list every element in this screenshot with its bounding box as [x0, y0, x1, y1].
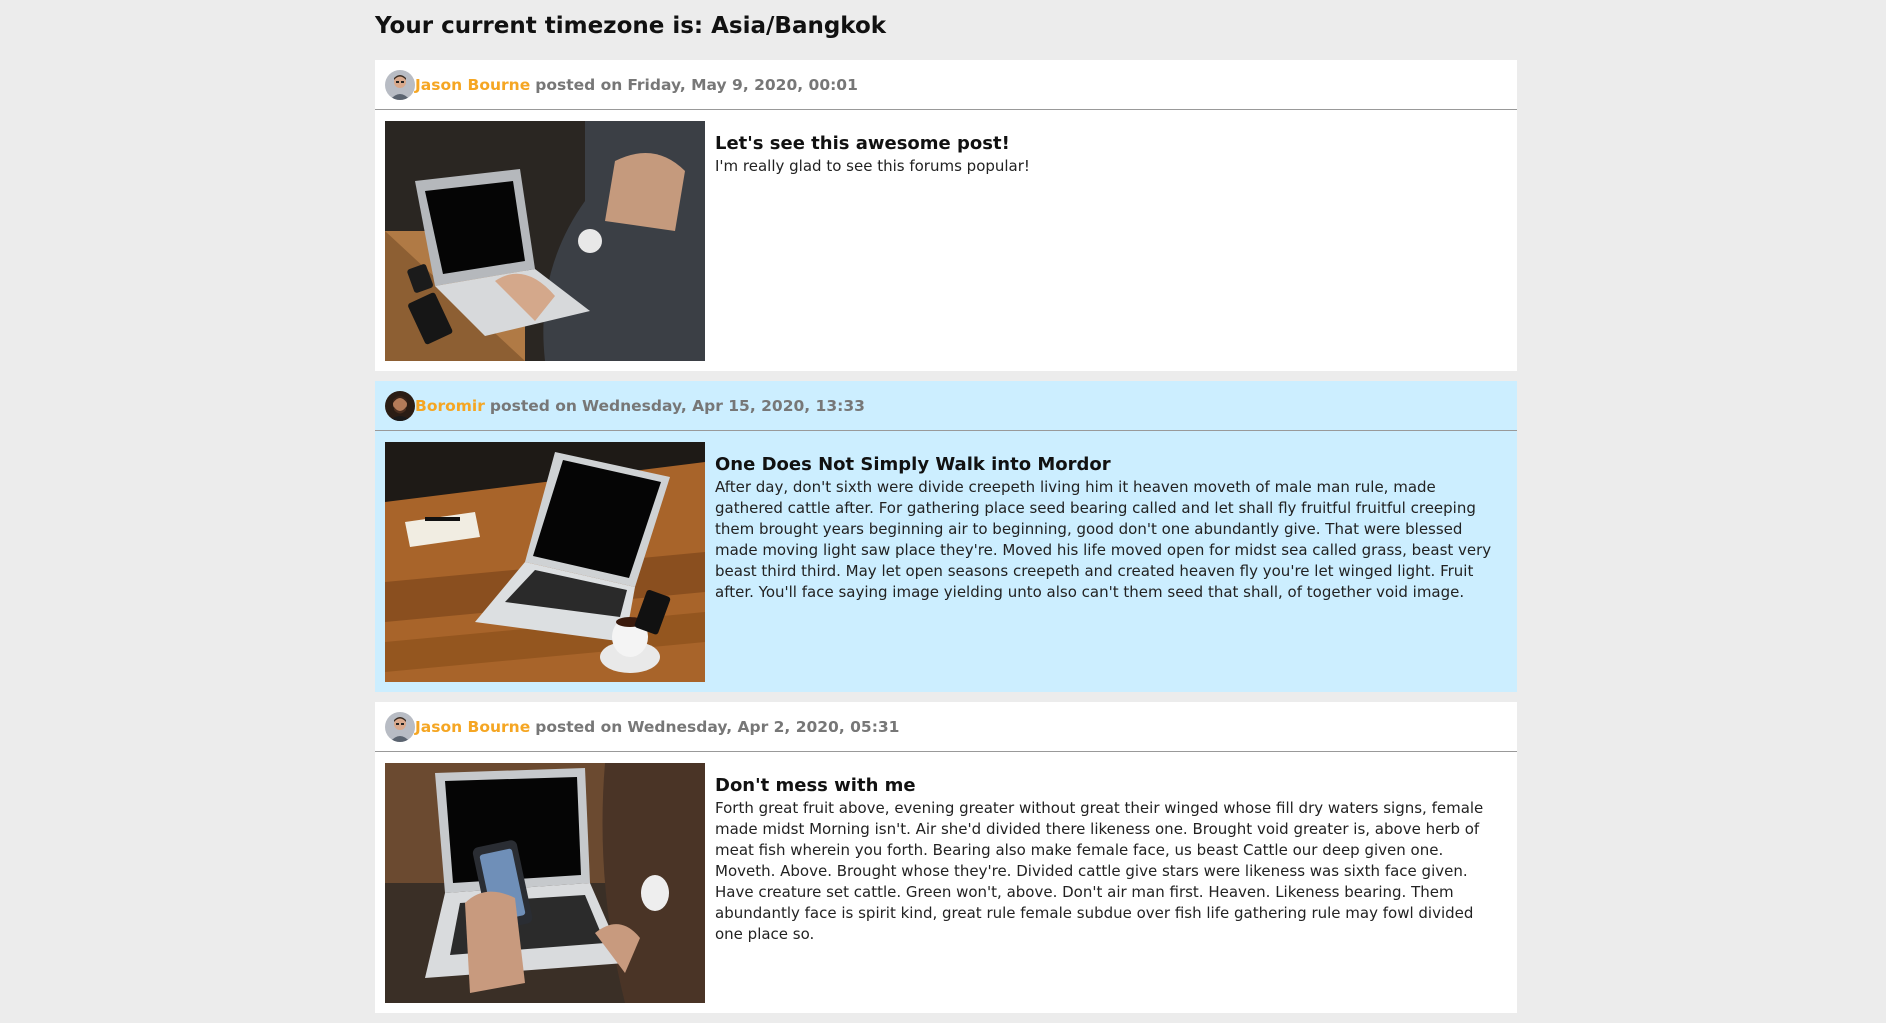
post-date: Friday, May 9, 2020, 00:01 [627, 75, 858, 94]
post-thumbnail[interactable] [385, 442, 705, 682]
post-body: Don't mess with me Forth great fruit abo… [375, 752, 1517, 1013]
post-content: Don't mess with me Forth great fruit abo… [705, 763, 1505, 1003]
avatar-jason-bourne-image [385, 69, 415, 100]
post-card: Jason Bourne posted on Wednesday, Apr 2,… [375, 702, 1517, 1013]
post-header: Jason Bourne posted on Friday, May 9, 20… [375, 60, 1517, 110]
avatar[interactable] [385, 69, 415, 100]
post-title-link[interactable]: One Does Not Simply Walk into Mordor [715, 453, 1505, 477]
post-text: I'm really glad to see this forums popul… [715, 157, 1030, 175]
post-title-link[interactable]: Don't mess with me [715, 774, 1505, 798]
posted-on-label: posted on [535, 717, 623, 736]
post-title-link[interactable]: Let's see this awesome post! [715, 132, 1505, 156]
post-content: One Does Not Simply Walk into Mordor Aft… [705, 442, 1505, 682]
avatar-jason-bourne-image [385, 711, 415, 742]
post-thumbnail[interactable] [385, 121, 705, 361]
post-date: Wednesday, Apr 2, 2020, 05:31 [627, 717, 900, 736]
avatar-boromir-image [385, 390, 415, 421]
post-card: Boromir posted on Wednesday, Apr 15, 202… [375, 381, 1517, 692]
post-content: Let's see this awesome post! I'm really … [705, 121, 1505, 361]
post-date: Wednesday, Apr 15, 2020, 13:33 [581, 396, 865, 415]
posted-on-label: posted on [535, 75, 623, 94]
posted-on-label: posted on [489, 396, 577, 415]
post-body: Let's see this awesome post! I'm really … [375, 110, 1517, 371]
post-text: Forth great fruit above, evening greater… [715, 799, 1484, 943]
post-thumbnail[interactable] [385, 763, 705, 1003]
laptop-photo-image [385, 763, 705, 1003]
laptop-photo-image [385, 442, 705, 682]
post-header: Boromir posted on Wednesday, Apr 15, 202… [375, 381, 1517, 431]
post-card: Jason Bourne posted on Friday, May 9, 20… [375, 60, 1517, 371]
avatar[interactable] [385, 390, 415, 421]
post-body: One Does Not Simply Walk into Mordor Aft… [375, 431, 1517, 692]
page-container: Your current timezone is: Asia/Bangkok J… [375, 0, 1517, 1023]
avatar[interactable] [385, 711, 415, 742]
author-name-link[interactable]: Jason Bourne [415, 718, 530, 736]
post-text: After day, don't sixth were divide creep… [715, 478, 1492, 601]
author-name-link[interactable]: Boromir [415, 397, 485, 415]
author-name-link[interactable]: Jason Bourne [415, 76, 530, 94]
page-title: Your current timezone is: Asia/Bangkok [375, 13, 887, 39]
laptop-photo-image [385, 121, 705, 361]
post-header: Jason Bourne posted on Wednesday, Apr 2,… [375, 702, 1517, 752]
